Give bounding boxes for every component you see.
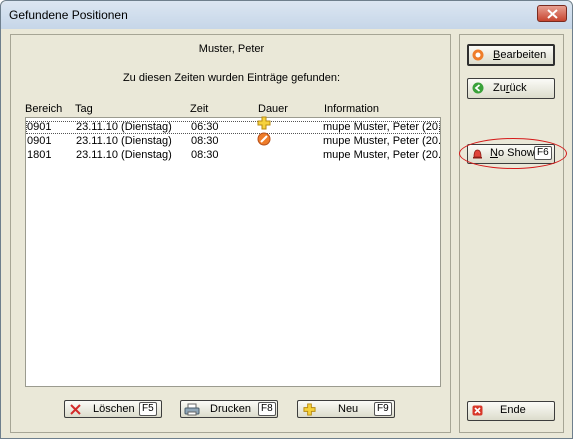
noshow-annotation-circle bbox=[459, 138, 567, 169]
close-icon bbox=[547, 9, 558, 19]
cell-tag: 23.11.10 (Dienstag) bbox=[76, 121, 172, 133]
printer-icon bbox=[184, 403, 200, 416]
back-button[interactable]: Zurück bbox=[467, 78, 555, 99]
person-name: Muster, Peter bbox=[198, 43, 265, 55]
column-header-bereich[interactable]: Bereich bbox=[25, 103, 62, 115]
plus-icon bbox=[257, 116, 271, 130]
new-shortcut-key: F9 bbox=[374, 402, 392, 416]
cell-information: mupe Muster, Peter (20. bbox=[323, 135, 440, 147]
window-title: Gefundene Positionen bbox=[9, 8, 128, 22]
actions-panel: Bearbeiten Zurück No Show F6 Ende bbox=[459, 34, 564, 433]
cell-zeit: 06:30 bbox=[191, 121, 219, 133]
print-button-label: Drucken bbox=[210, 403, 251, 415]
table-row[interactable]: 0901 23.11.10 (Dienstag) 08:30 mupe Must… bbox=[26, 132, 440, 148]
new-button-label: Neu bbox=[338, 403, 359, 415]
dialog-window: Gefundene Positionen Muster, Peter Zu di… bbox=[0, 0, 573, 439]
cell-zeit: 08:30 bbox=[191, 149, 219, 161]
table-row[interactable]: 0901 23.11.10 (Dienstag) 06:30 mupe Must… bbox=[26, 116, 440, 134]
cell-tag: 23.11.10 (Dienstag) bbox=[76, 149, 172, 161]
title-bar[interactable]: Gefundene Positionen bbox=[1, 1, 572, 29]
delete-button-label: Löschen bbox=[93, 403, 135, 415]
delete-shortcut-key: F5 bbox=[139, 402, 157, 416]
close-button[interactable] bbox=[537, 5, 567, 22]
back-arrow-icon bbox=[472, 82, 484, 94]
edit-button[interactable]: Bearbeiten bbox=[467, 44, 555, 66]
print-shortcut-key: F8 bbox=[258, 402, 276, 416]
results-message: Zu diesen Zeiten wurden Einträge gefunde… bbox=[122, 72, 341, 84]
cell-information: mupe Muster, Peter (20. bbox=[323, 121, 440, 133]
cell-bereich: 1801 bbox=[27, 149, 52, 161]
table-row[interactable]: 1801 23.11.10 (Dienstag) 08:30 mupe Must… bbox=[26, 149, 440, 162]
end-button[interactable]: Ende bbox=[467, 401, 555, 421]
column-header-information[interactable]: Information bbox=[324, 103, 379, 115]
cell-information: mupe Muster, Peter (20. bbox=[323, 149, 440, 161]
delete-button[interactable]: Löschen F5 bbox=[64, 400, 162, 418]
red-x-icon bbox=[70, 404, 81, 415]
close-red-icon bbox=[472, 405, 483, 416]
cell-bereich: 0901 bbox=[27, 135, 52, 147]
end-button-label: Ende bbox=[500, 404, 526, 416]
new-button[interactable]: Neu F9 bbox=[297, 400, 395, 418]
no-entry-icon bbox=[257, 132, 271, 146]
results-panel: Muster, Peter Zu diesen Zeiten wurden Ei… bbox=[10, 34, 451, 433]
cell-zeit: 08:30 bbox=[191, 135, 219, 147]
edit-button-label: Bearbeiten bbox=[493, 49, 547, 61]
plus-icon bbox=[303, 403, 316, 416]
column-header-zeit[interactable]: Zeit bbox=[190, 103, 208, 115]
cell-tag: 23.11.10 (Dienstag) bbox=[76, 135, 172, 147]
results-list[interactable]: 0901 23.11.10 (Dienstag) 06:30 mupe Must… bbox=[25, 116, 441, 387]
cell-bereich: 0901 bbox=[27, 121, 52, 133]
column-header-dauer[interactable]: Dauer bbox=[258, 103, 288, 115]
print-button[interactable]: Drucken F8 bbox=[180, 400, 278, 418]
column-header-tag[interactable]: Tag bbox=[75, 103, 93, 115]
back-button-label: Zurück bbox=[493, 82, 527, 94]
edit-icon bbox=[472, 49, 484, 61]
